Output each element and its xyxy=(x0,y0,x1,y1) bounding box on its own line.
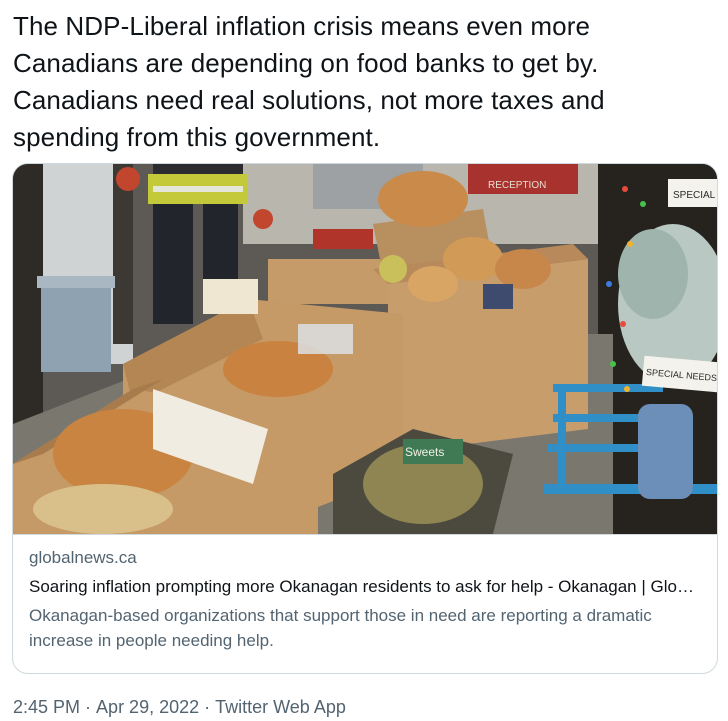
special-sign-top: SPECIAL N xyxy=(673,190,718,201)
card-body[interactable]: globalnews.ca Soaring inflation promptin… xyxy=(29,546,701,653)
tweet-timestamp-link[interactable]: 2:45 PM · Apr 29, 2022 xyxy=(13,697,199,717)
meta-separator: · xyxy=(204,697,211,717)
reception-sign: RECEPTION xyxy=(488,180,546,191)
card-domain: globalnews.ca xyxy=(29,548,137,567)
tweet-text: The NDP-Liberal inflation crisis means e… xyxy=(13,11,605,152)
tweet-date: Apr 29, 2022 xyxy=(96,697,200,717)
link-preview-card[interactable]: RECEPTION Sweets SPECIAL SPECIAL NEEDS g… xyxy=(12,163,718,674)
tweet-metadata: 2:45 PM · Apr 29, 2022 · Twitter Web App xyxy=(13,695,346,719)
card-image-food-bank-boxes[interactable]: RECEPTION Sweets SPECIAL SPECIAL NEEDS xyxy=(13,164,718,535)
tweet-source-link[interactable]: Twitter Web App xyxy=(215,697,346,717)
tweet-time: 2:45 PM xyxy=(13,697,81,717)
card-title: Soaring inflation prompting more Okanaga… xyxy=(29,577,701,596)
snack-box-label: Sweets xyxy=(405,445,444,459)
meta-separator: · xyxy=(85,697,92,717)
card-description: Okanagan-based organizations that suppor… xyxy=(29,606,652,650)
food-bank-photo: RECEPTION Sweets SPECIAL SPECIAL NEEDS xyxy=(13,164,718,534)
